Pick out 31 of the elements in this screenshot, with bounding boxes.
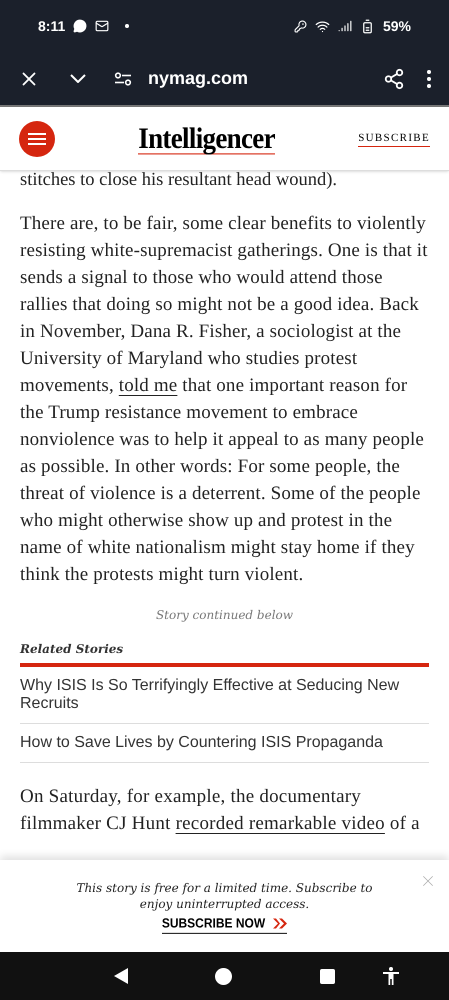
article-link[interactable]: told me xyxy=(118,375,178,396)
site-logo[interactable]: Intelligencer xyxy=(138,122,275,154)
menu-button[interactable] xyxy=(19,120,55,156)
subscribe-link[interactable]: SUBSCRIBE xyxy=(358,130,430,148)
related-story-link[interactable]: Why ISIS Is So Terrifyingly Effective at Seducing New Recruits xyxy=(20,667,429,724)
accessibility-icon[interactable] xyxy=(383,967,399,985)
subscribe-now-link[interactable]: SUBSCRIBE NOW xyxy=(162,913,288,934)
back-icon[interactable] xyxy=(114,968,128,984)
home-icon[interactable] xyxy=(215,968,232,984)
recents-icon[interactable] xyxy=(320,968,336,984)
subscription-message: This story is free for a limited time. Subscribe to enjoy uninterrupted access. xyxy=(75,880,374,912)
more-options-icon xyxy=(427,70,431,88)
battery-level: 59% xyxy=(382,16,411,36)
article-link[interactable]: recorded remarkable video xyxy=(176,813,385,834)
related-stories-heading: Related Stories xyxy=(20,641,124,658)
site-settings-icon[interactable] xyxy=(114,72,132,86)
double-arrow-icon xyxy=(273,918,288,928)
key-icon xyxy=(294,20,307,32)
story-continued-note: Story continued below xyxy=(154,607,294,624)
mail-icon xyxy=(95,19,110,33)
signal-icon xyxy=(338,19,352,33)
article-paragraph: On Saturday, for example, the documentary filmmaker CJ Hunt recorded remarkable video of a xyxy=(20,785,421,836)
share-icon xyxy=(383,68,405,90)
article-paragraph: There are, to be fair, some clear benefits to violently resisting white-supremacist gatherings. One is that it sends a signal to those who would attend those rallies that doing so might not be a good idea. Back in November, Dana R. Fisher, a sociologist at the University of Maryland who studies protest movements, told me that one important reason for the Trump resistance movement to embrace nonviolence was to help it appeal to as many people as possible. In other words: For some people, the threat of violence is a deterrent. Some of the people who might otherwise show up and protest in the name of white nationalism might stay home if they think the protests might turn violent. xyxy=(20,212,429,587)
status-time: 8:11 xyxy=(38,16,66,36)
related-story-link[interactable]: How to Save Lives by Countering ISIS Propaganda xyxy=(20,724,429,763)
article-text: stitches to close his resultant head wound). xyxy=(20,171,338,192)
url-text[interactable]: nymag.com xyxy=(148,65,248,92)
wifi-icon xyxy=(314,18,330,34)
chat-icon xyxy=(73,19,88,33)
chevron-down-icon xyxy=(70,74,86,83)
